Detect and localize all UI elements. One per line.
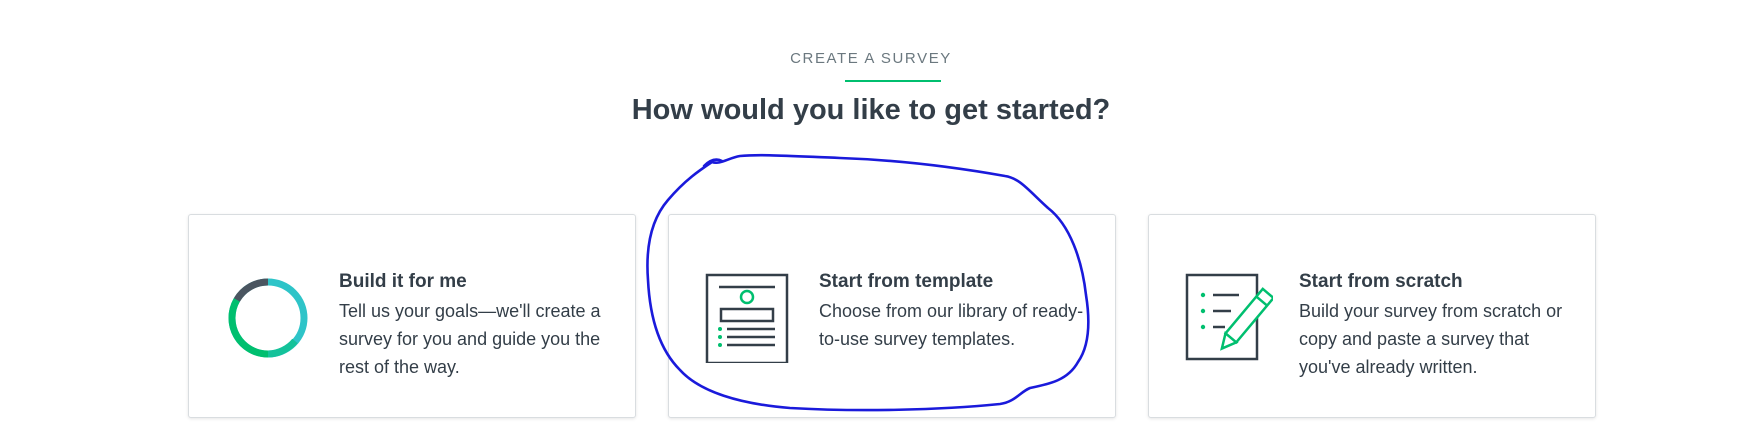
card-description: Choose from our library of ready-to-use … [819,301,1084,349]
create-survey-page: CREATE A SURVEY How would you like to ge… [0,0,1742,442]
card-title: Build it for me [339,271,467,292]
eyebrow-underline [845,80,941,82]
start-options: Build it for me Tell us your goals—we'll… [188,214,1598,420]
card-text: Start from template Choose from our libr… [819,269,1099,353]
start-from-template-card[interactable]: Start from template Choose from our libr… [668,214,1116,418]
card-text: Start from scratch Build your survey fro… [1299,269,1579,381]
section-eyebrow: CREATE A SURVEY [790,50,952,67]
progress-ring-icon [228,278,308,358]
template-document-icon [705,273,789,363]
document-pencil-icon [1185,273,1273,361]
card-title: Start from scratch [1299,271,1463,292]
card-title: Start from template [819,271,994,292]
card-description: Build your survey from scratch or copy a… [1299,301,1563,377]
card-description: Tell us your goals—we'll create a survey… [339,301,601,377]
card-text: Build it for me Tell us your goals—we'll… [339,269,619,381]
page-title: How would you like to get started? [631,94,1111,126]
start-from-scratch-card[interactable]: Start from scratch Build your survey fro… [1148,214,1596,418]
build-it-for-me-card[interactable]: Build it for me Tell us your goals—we'll… [188,214,636,418]
